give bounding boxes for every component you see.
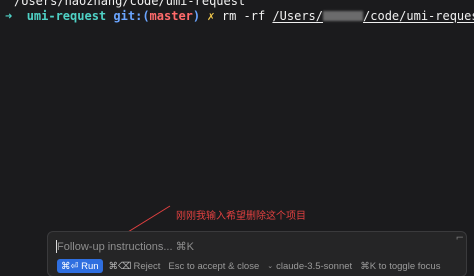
followup-panel: ⌐ ⌘⏎ Run ⌘⌫Reject Esc to accept & close … [47,231,467,276]
command-text: rm -rf [221,9,266,23]
git-branch: master [149,9,193,23]
model-name: claude-3.5-sonnet [276,260,353,272]
current-directory: umi-request [26,9,107,23]
git-label: git: [113,9,143,23]
reject-label: Reject [133,260,161,272]
followup-input[interactable] [57,239,427,255]
run-shortcut: ⌘⏎ [61,260,79,272]
chevron-down-icon: ⌄ [267,263,274,270]
redacted-username [323,11,364,21]
reject-button[interactable]: ⌘⌫ Reject [109,261,161,272]
previous-output-line: /Users/haozhang/code/umi-request [14,0,246,8]
panel-corner-icon[interactable]: ⌐ [456,233,464,244]
dirty-state-icon: ✗ [207,9,215,23]
followup-toolbar: ⌘⏎ Run ⌘⌫ Reject Esc to accept & close ⌄ c… [57,259,448,273]
model-selector[interactable]: ⌄ claude-3.5-sonnet [267,261,352,272]
prompt-arrow-icon: ➜ [5,9,13,23]
toggle-focus-hint[interactable]: ⌘K to toggle focus [360,261,440,272]
run-button[interactable]: ⌘⏎ Run [57,259,103,273]
accept-close-hint[interactable]: Esc to accept & close [168,261,259,272]
branch-open-paren: ( [142,9,150,23]
branch-close-paren: ) [192,9,201,23]
path-prefix: /Users/ [272,9,324,23]
annotation-note: 刚刚我输入希望删除这个项目 [176,211,306,222]
reject-shortcut: ⌘⌫ [108,260,132,272]
run-label: Run [81,260,99,272]
path-suffix: /code/umi-request [363,9,474,23]
command-line[interactable]: ➜ umi-request git:(master) ✗ rm -rf /Use… [5,8,474,23]
